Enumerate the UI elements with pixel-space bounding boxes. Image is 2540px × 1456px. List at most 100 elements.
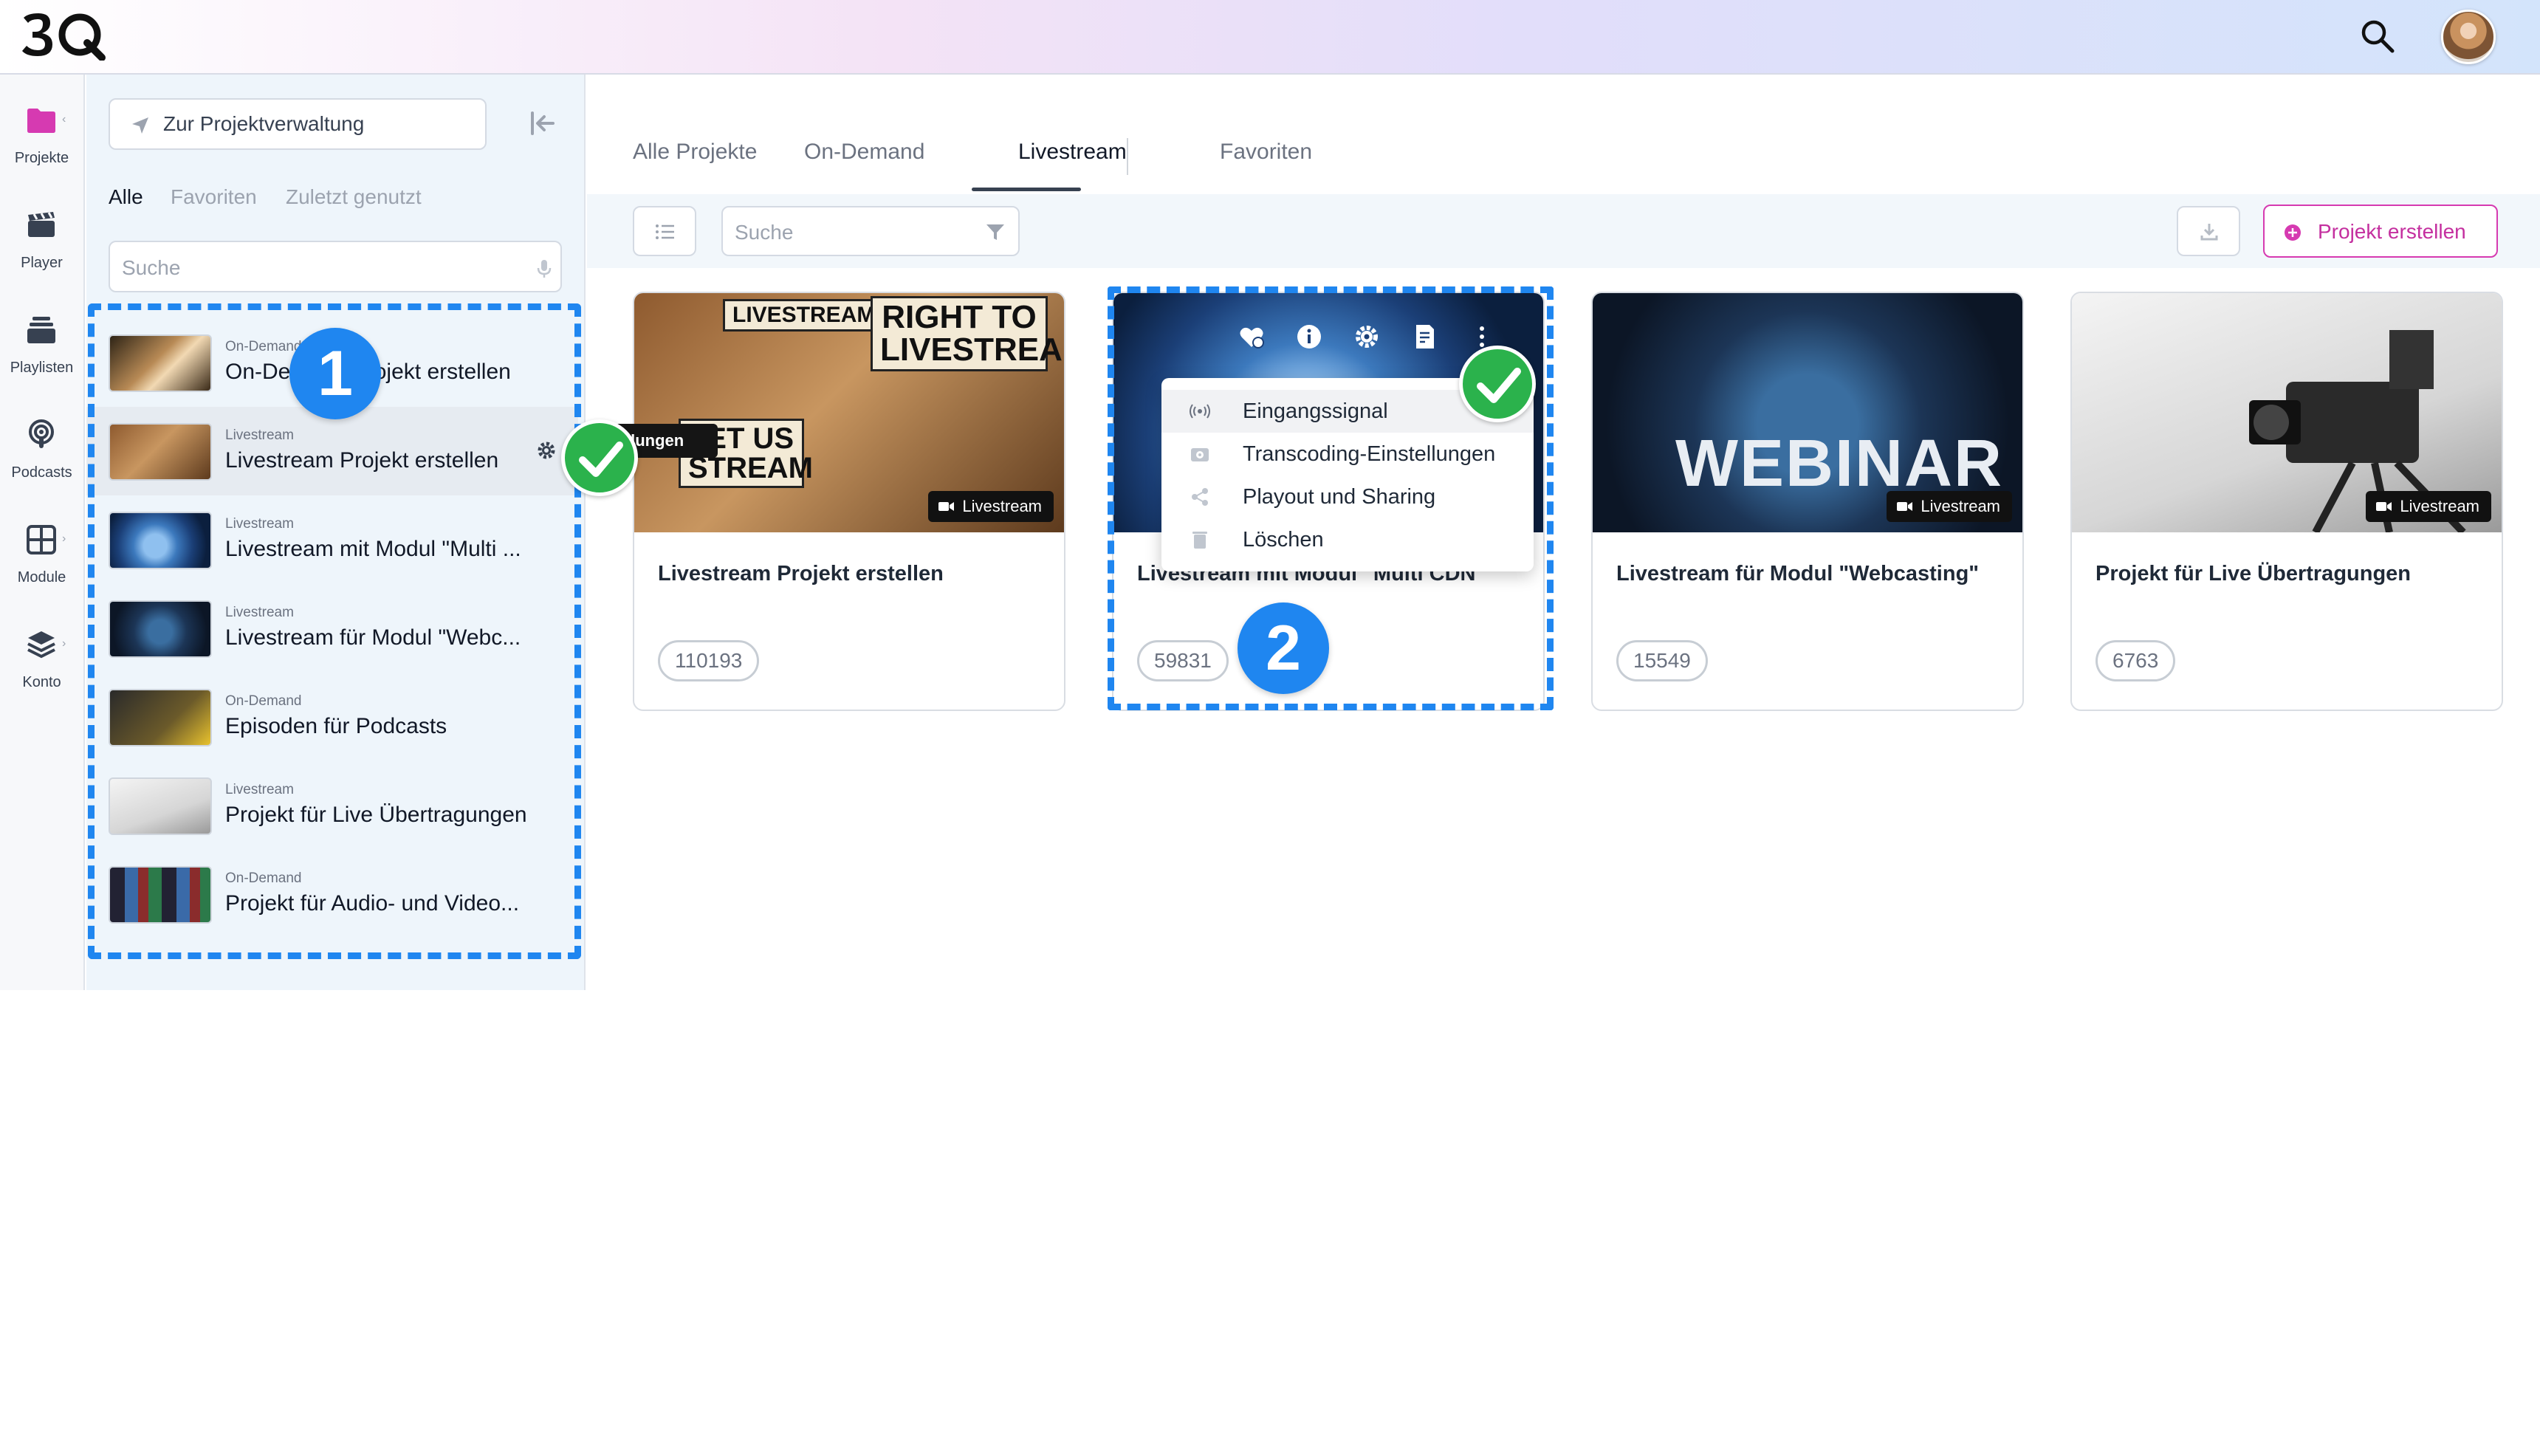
checkmark-icon — [561, 419, 638, 496]
tab-zuletzt-genutzt[interactable]: Zuletzt genutzt — [286, 185, 422, 209]
project-title: Projekt für Live Übertragungen — [225, 803, 527, 827]
project-thumbnail — [109, 423, 212, 481]
search-placeholder: Suche — [735, 221, 794, 244]
project-card[interactable]: LIVESTREAMS RIGHT TO LIVESTREAM LET US S… — [633, 292, 1065, 711]
rail-label: Player — [21, 255, 63, 271]
filter-icon[interactable] — [986, 224, 1005, 241]
plus-circle-icon — [2285, 224, 2301, 241]
top-bar — [0, 0, 2540, 75]
badge-label: Livestream — [1921, 497, 2000, 515]
main-content: Alle Projekte On-Demand Livestream Favor… — [587, 75, 2540, 990]
project-card[interactable]: Livestream Projekt für Live Übertragunge… — [2070, 292, 2503, 711]
clapperboard-icon — [28, 212, 55, 237]
gear-icon[interactable] — [1353, 323, 1381, 351]
menu-item-label: Transcoding-Einstellungen — [1243, 442, 1496, 466]
project-type: On-Demand — [225, 693, 302, 709]
trash-icon — [1192, 532, 1207, 549]
checkmark-icon — [1459, 346, 1536, 422]
chevron-left-icon: ‹ — [62, 113, 66, 126]
rail-item-konto[interactable]: › Konto — [0, 606, 83, 695]
project-type: On-Demand — [225, 339, 302, 354]
project-type: On-Demand — [225, 870, 302, 886]
project-id-chip: 59831 — [1137, 640, 1229, 681]
thumbnail-caption: RIGHT TO LIVESTREAM — [871, 296, 1064, 371]
menu-item-transcoding[interactable]: Transcoding-Einstellungen — [1161, 433, 1534, 475]
project-title: Livestream für Modul "Webc... — [225, 625, 521, 650]
share-icon — [1192, 488, 1208, 506]
tab-on-demand[interactable]: On-Demand — [804, 140, 924, 165]
annotation-step-1: 1 — [289, 328, 381, 419]
menu-item-loeschen[interactable]: Löschen — [1161, 518, 1534, 561]
project-id-chip: 110193 — [658, 640, 760, 681]
sidebar-list-item[interactable]: On-Demand Projekt für Audio- und Video..… — [86, 850, 578, 938]
settings-card-icon — [1191, 448, 1209, 461]
project-thumbnail — [109, 866, 212, 924]
project-management-button[interactable]: Zur Projektverwaltung — [109, 98, 487, 150]
gear-icon[interactable] — [535, 439, 557, 461]
rail-label: Playlisten — [10, 360, 74, 376]
project-thumbnail — [109, 334, 212, 392]
rail-label: Module — [17, 569, 66, 586]
project-type: Livestream — [225, 427, 294, 443]
logo-3q[interactable] — [19, 10, 106, 61]
create-project-button[interactable]: Projekt erstellen — [2263, 205, 2498, 258]
tab-alle-projekte[interactable]: Alle Projekte — [633, 140, 757, 165]
menu-item-label: Löschen — [1243, 528, 1324, 552]
project-title: Episoden für Podcasts — [225, 714, 447, 738]
info-icon[interactable] — [1295, 323, 1323, 351]
project-title: Projekt für Audio- und Video... — [225, 891, 520, 916]
project-title: Livestream mit Modul "Multi ... — [225, 537, 521, 561]
stack-icon — [27, 317, 55, 343]
navigation-arrow-icon — [132, 117, 148, 134]
tab-favoriten[interactable]: Favoriten — [1220, 140, 1312, 165]
search-placeholder: Suche — [122, 256, 181, 279]
badge-label: Livestream — [2400, 497, 2479, 515]
livestream-badge: Livestream — [1887, 491, 2012, 522]
menu-item-label: Playout und Sharing — [1243, 485, 1436, 509]
tab-divider — [1127, 138, 1128, 175]
list-view-button[interactable] — [633, 206, 696, 256]
rail-item-projekte[interactable]: ‹ Projekte — [0, 82, 83, 171]
project-id-chip: 15549 — [1616, 640, 1708, 681]
layers-icon — [27, 631, 55, 659]
create-project-label: Projekt erstellen — [2318, 220, 2466, 243]
list-icon — [656, 224, 674, 239]
favorite-add-icon[interactable] — [1238, 323, 1266, 351]
tab-livestream[interactable]: Livestream — [1018, 140, 1127, 165]
project-type: Livestream — [225, 605, 294, 620]
rail-label: Konto — [22, 674, 61, 690]
sidebar-list-item[interactable]: Livestream Livestream mit Modul "Multi .… — [86, 495, 578, 584]
sidebar-list-item[interactable]: Livestream Livestream Projekt erstellen — [86, 407, 578, 495]
rail-item-module[interactable]: › Module — [0, 501, 83, 590]
search-icon[interactable] — [2359, 18, 2396, 55]
download-button[interactable] — [2177, 206, 2240, 256]
card-title: Projekt für Live Übertragungen — [2096, 562, 2412, 586]
tab-favoriten[interactable]: Favoriten — [171, 185, 257, 209]
sidebar-list-item[interactable]: Livestream Projekt für Live Übertragunge… — [86, 761, 578, 850]
microphone-icon[interactable] — [535, 258, 553, 279]
video-camera-icon — [1897, 502, 1913, 511]
chevron-right-icon: › — [62, 532, 66, 545]
sidebar-list-item[interactable]: Livestream Livestream für Modul "Webc... — [86, 584, 578, 673]
grid-icon — [27, 525, 56, 554]
sidebar-search-input[interactable]: Suche — [109, 241, 562, 292]
menu-item-label: Eingangssignal — [1243, 399, 1388, 423]
project-thumbnail — [109, 512, 212, 569]
user-avatar[interactable] — [2441, 10, 2496, 64]
annotation-step-2: 2 — [1238, 602, 1329, 694]
rail-item-podcasts[interactable]: Podcasts — [0, 396, 83, 485]
rail-label: Podcasts — [11, 464, 72, 481]
project-card[interactable]: WEBINAR Livestream Livestream für Modul … — [1591, 292, 2024, 711]
rail-item-player[interactable]: Player — [0, 187, 83, 275]
report-icon[interactable] — [1412, 323, 1440, 351]
livestream-badge: Livestream — [2366, 491, 2491, 522]
main-search-input[interactable]: Suche — [721, 206, 1020, 256]
menu-item-playout-sharing[interactable]: Playout und Sharing — [1161, 475, 1534, 518]
sidebar-list-item[interactable]: On-Demand Episoden für Podcasts — [86, 673, 578, 761]
tab-alle[interactable]: Alle — [109, 185, 143, 209]
project-thumbnail — [109, 777, 212, 835]
broadcast-icon — [1190, 404, 1210, 419]
rail-item-playlisten[interactable]: Playlisten — [0, 292, 83, 380]
collapse-sidebar-icon[interactable] — [528, 110, 557, 137]
project-thumbnail — [109, 600, 212, 658]
